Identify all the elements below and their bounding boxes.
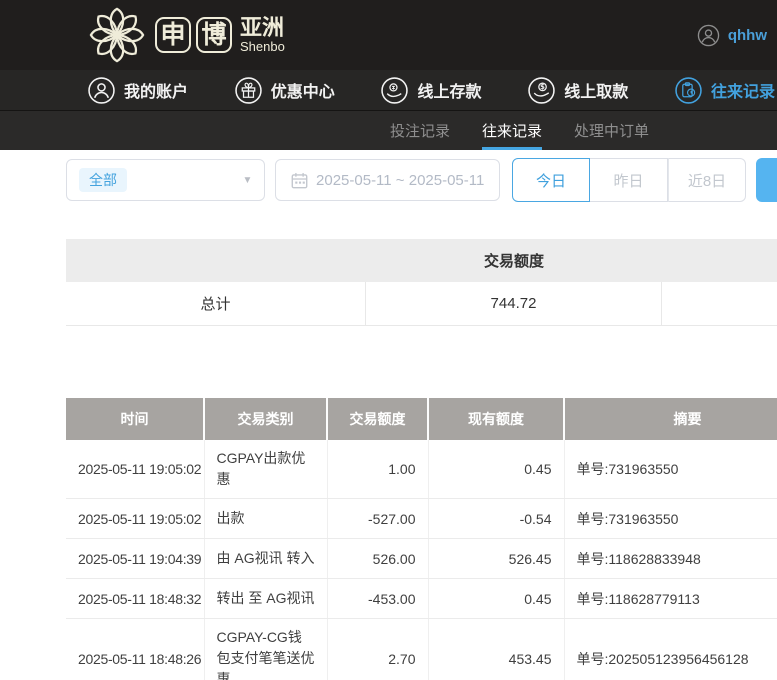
type-selected-tag[interactable]: 全部 bbox=[79, 168, 127, 193]
today-button[interactable]: 今日 bbox=[512, 158, 590, 202]
logo-region-cn: 亚洲 bbox=[240, 16, 285, 39]
last-8-days-button[interactable]: 近8日 bbox=[668, 158, 746, 202]
nav-label: 线上存款 bbox=[417, 78, 481, 102]
main-nav: 我的账户 优惠中心 线上存款 $ 线上取款 bbox=[0, 70, 777, 111]
cell-amount: 1.00 bbox=[327, 440, 428, 499]
cell-time: 2025-05-11 19:04:39 bbox=[66, 539, 204, 579]
content: 全部 ▼ 2025-05-11 ~ 2025-05-11 今日 昨日 近8日 bbox=[66, 158, 777, 680]
records-icon bbox=[675, 77, 702, 104]
col-header-amount: 交易额度 bbox=[327, 398, 428, 440]
summary-total-label: 总计 bbox=[66, 282, 366, 325]
user-menu[interactable]: qhhw bbox=[697, 24, 767, 47]
cell-type: 由 AG视讯 转入 bbox=[204, 539, 327, 579]
table-row: 2025-05-11 19:05:02 出款 -527.00 -0.54 单号:… bbox=[66, 499, 777, 539]
nav-item-online-withdraw[interactable]: $ 线上取款 bbox=[528, 77, 628, 104]
logo-char-shen: 申 bbox=[155, 17, 191, 53]
calendar-icon bbox=[291, 172, 308, 189]
nav-item-transaction-records[interactable]: 往来记录 bbox=[675, 77, 775, 104]
search-button[interactable] bbox=[756, 158, 777, 202]
cell-summary: 单号:118628779113 bbox=[564, 579, 777, 619]
cell-balance: 0.45 bbox=[428, 440, 564, 499]
cell-type: CGPAY出款优惠 bbox=[204, 440, 327, 499]
nav-label: 往来记录 bbox=[711, 78, 775, 102]
flower-logo-icon bbox=[88, 6, 146, 64]
summary-total-row: 总计 744.72 bbox=[66, 282, 777, 326]
summary-total-value: 744.72 bbox=[366, 282, 662, 325]
cell-balance: 453.45 bbox=[428, 619, 564, 680]
filter-row: 全部 ▼ 2025-05-11 ~ 2025-05-11 今日 昨日 近8日 bbox=[66, 158, 777, 202]
cell-time: 2025-05-11 19:05:02 bbox=[66, 499, 204, 539]
nav-label: 我的账户 bbox=[124, 78, 188, 102]
cell-amount: -453.00 bbox=[327, 579, 428, 619]
cell-summary: 单号:731963550 bbox=[564, 440, 777, 499]
cell-time: 2025-05-11 19:05:02 bbox=[66, 440, 204, 499]
cell-balance: 0.45 bbox=[428, 579, 564, 619]
gift-icon bbox=[235, 77, 262, 104]
col-header-type: 交易类别 bbox=[204, 398, 327, 440]
date-range-picker[interactable]: 2025-05-11 ~ 2025-05-11 bbox=[275, 159, 500, 201]
cell-amount: 2.70 bbox=[327, 619, 428, 680]
logo-char-bo: 博 bbox=[196, 17, 232, 53]
cell-time: 2025-05-11 18:48:26 bbox=[66, 619, 204, 680]
tab-betting-records[interactable]: 投注记录 bbox=[390, 111, 450, 150]
tab-transaction-records[interactable]: 往来记录 bbox=[482, 111, 542, 150]
cell-time: 2025-05-11 18:48:32 bbox=[66, 579, 204, 619]
cell-amount: 526.00 bbox=[327, 539, 428, 579]
table-row: 2025-05-11 19:05:02 CGPAY出款优惠 1.00 0.45 … bbox=[66, 440, 777, 499]
nav-item-my-account[interactable]: 我的账户 bbox=[88, 77, 188, 104]
cell-summary: 单号:731963550 bbox=[564, 499, 777, 539]
nav-label: 优惠中心 bbox=[271, 78, 335, 102]
col-header-time: 时间 bbox=[66, 398, 204, 440]
cell-type: 出款 bbox=[204, 499, 327, 539]
cell-type: 转出 至 AG视讯 bbox=[204, 579, 327, 619]
withdraw-icon: $ bbox=[528, 77, 555, 104]
table-row: 2025-05-11 18:48:32 转出 至 AG视讯 -453.00 0.… bbox=[66, 579, 777, 619]
svg-text:$: $ bbox=[540, 83, 545, 91]
table-row: 2025-05-11 19:04:39 由 AG视讯 转入 526.00 526… bbox=[66, 539, 777, 579]
summary-header-amount: 交易额度 bbox=[366, 250, 662, 271]
cell-type: CGPAY-CG钱包支付笔笔送优惠 bbox=[204, 619, 327, 680]
quick-date-group: 今日 昨日 近8日 bbox=[512, 158, 746, 202]
cell-balance: 526.45 bbox=[428, 539, 564, 579]
cell-balance: -0.54 bbox=[428, 499, 564, 539]
tab-pending-orders[interactable]: 处理中订单 bbox=[574, 111, 649, 150]
date-range-value: 2025-05-11 ~ 2025-05-11 bbox=[316, 172, 484, 189]
logo-region-en: Shenbo bbox=[240, 40, 285, 54]
cell-amount: -527.00 bbox=[327, 499, 428, 539]
col-header-summary: 摘要 bbox=[564, 398, 777, 440]
summary-total-empty bbox=[662, 282, 777, 325]
chevron-down-icon: ▼ bbox=[242, 175, 252, 186]
records-table: 时间 交易类别 交易额度 现有额度 摘要 2025-05-11 19:05:02… bbox=[66, 398, 777, 680]
deposit-icon bbox=[381, 77, 408, 104]
records-header-row: 时间 交易类别 交易额度 现有额度 摘要 bbox=[66, 398, 777, 440]
type-select[interactable]: 全部 ▼ bbox=[66, 159, 265, 201]
record-tabs: 投注记录 往来记录 处理中订单 bbox=[0, 111, 777, 150]
summary-table: 交易额度 总计 744.72 bbox=[66, 239, 777, 326]
nav-item-promotions[interactable]: 优惠中心 bbox=[235, 77, 335, 104]
summary-header-row: 交易额度 bbox=[66, 239, 777, 282]
yesterday-button[interactable]: 昨日 bbox=[590, 158, 668, 202]
user-icon bbox=[88, 77, 115, 104]
col-header-balance: 现有额度 bbox=[428, 398, 564, 440]
nav-label: 线上取款 bbox=[564, 78, 628, 102]
username: qhhw bbox=[728, 27, 767, 44]
nav-item-online-deposit[interactable]: 线上存款 bbox=[381, 77, 481, 104]
logo-region: 亚洲 Shenbo bbox=[240, 16, 285, 54]
cell-summary: 单号:118628833948 bbox=[564, 539, 777, 579]
avatar-icon bbox=[697, 24, 720, 47]
cell-summary: 单号:202505123956456128 bbox=[564, 619, 777, 680]
brand-header: 申 博 亚洲 Shenbo qhhw bbox=[0, 0, 777, 70]
table-row: 2025-05-11 18:48:26 CGPAY-CG钱包支付笔笔送优惠 2.… bbox=[66, 619, 777, 680]
